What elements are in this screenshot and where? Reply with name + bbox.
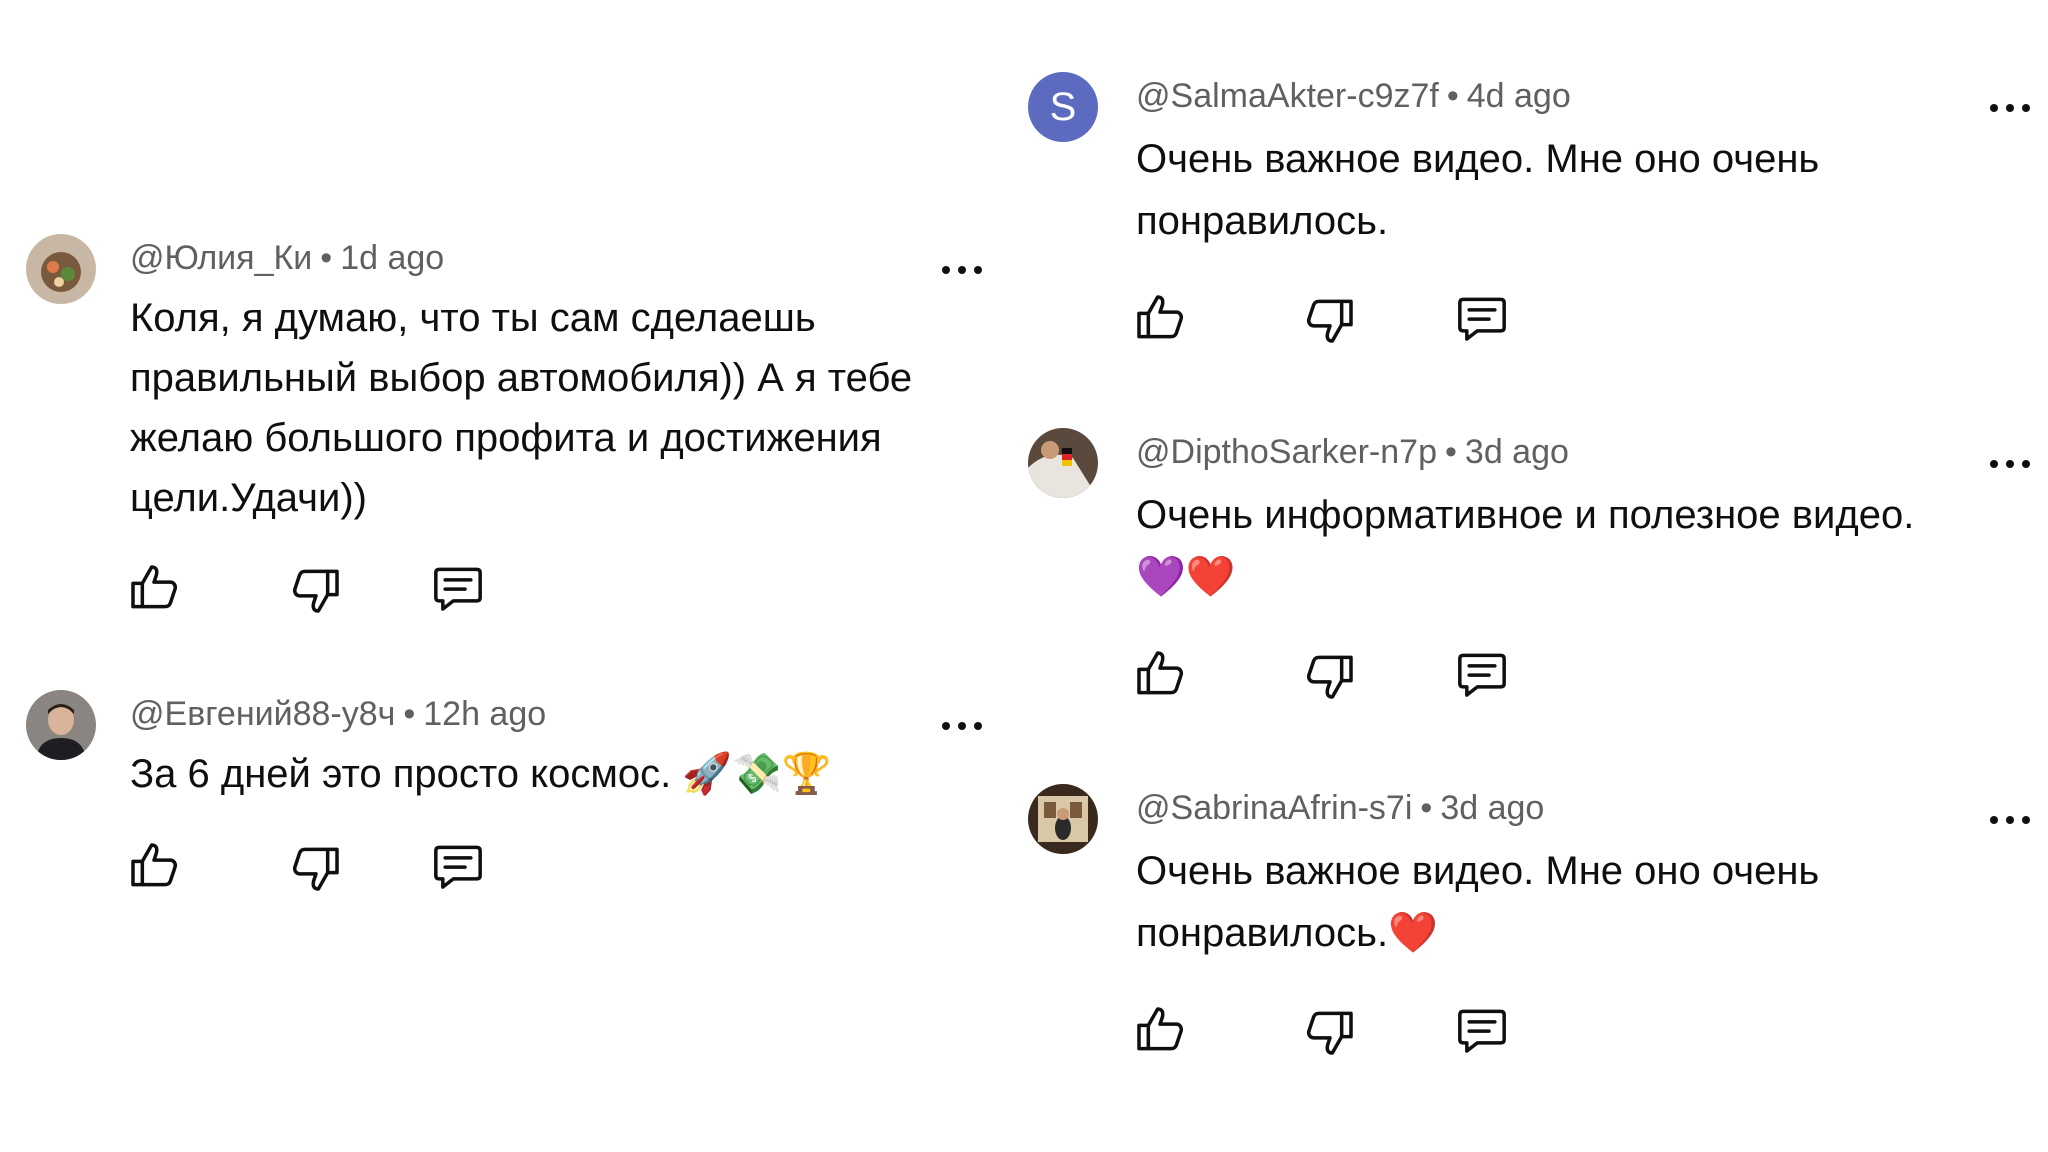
comment-line: 💜❤️ — [1136, 555, 1236, 599]
comment-line: желаю большого профита и достижения — [130, 416, 882, 460]
author-name[interactable]: @SalmaAkter-c9z7f — [1136, 77, 1439, 115]
separator-dot: • — [1446, 77, 1459, 115]
avatar[interactable] — [1028, 428, 1098, 498]
comment-line: Коля, я думаю, что ты сам сделаешь — [130, 296, 816, 340]
comment-text: Очень важное видео. Мне оно очень понрав… — [1136, 128, 1819, 252]
comment-meta: @SabrinaAfrin-s7i • 3d ago — [1136, 788, 1544, 828]
timestamp: 3d ago — [1440, 789, 1545, 827]
avatar[interactable] — [26, 690, 96, 760]
comment-text: За 6 дней это просто космос. 🚀💸🏆 — [130, 744, 832, 804]
timestamp: 4d ago — [1466, 77, 1571, 115]
comment-meta: @Евгений88-у8ч • 12h ago — [130, 694, 546, 734]
avatar[interactable]: S — [1028, 72, 1098, 142]
author-name[interactable]: @SabrinaAfrin-s7i — [1136, 789, 1412, 827]
thumb-up-icon[interactable] — [1132, 646, 1188, 702]
thumb-down-icon[interactable] — [1302, 292, 1358, 348]
separator-dot: • — [1420, 789, 1433, 827]
comment-text: Очень информативное и полезное видео. 💜❤… — [1136, 484, 1914, 608]
thumb-up-icon[interactable] — [1132, 290, 1188, 346]
comment-line: Очень важное видео. Мне оно очень — [1136, 137, 1820, 181]
comment-text: Коля, я думаю, что ты сам сделаешь прави… — [130, 288, 912, 528]
author-name[interactable]: @Юлия_Ки — [130, 239, 312, 277]
avatar[interactable] — [1028, 784, 1098, 854]
comment-meta: @DipthoSarker-n7p • 3d ago — [1136, 432, 1569, 472]
thumb-down-icon[interactable] — [288, 840, 344, 896]
author-name[interactable]: @Евгений88-у8ч — [130, 695, 395, 733]
thumb-down-icon[interactable] — [1302, 648, 1358, 704]
more-options-icon[interactable] — [942, 716, 982, 736]
timestamp: 12h ago — [423, 695, 547, 733]
comment-meta: @SalmaAkter-c9z7f • 4d ago — [1136, 76, 1571, 116]
thumb-up-icon[interactable] — [1132, 1002, 1188, 1058]
comment-line: понравилось. — [1136, 199, 1389, 243]
reply-icon[interactable] — [1454, 290, 1510, 346]
comment-line: понравилось.❤️ — [1136, 911, 1438, 955]
thumb-up-icon[interactable] — [126, 838, 182, 894]
separator-dot: • — [403, 695, 416, 733]
comment-line: цели.Удачи)) — [130, 476, 367, 520]
reply-icon[interactable] — [430, 560, 486, 616]
author-name[interactable]: @DipthoSarker-n7p — [1136, 433, 1437, 471]
comment-line: правильный выбор автомобиля)) А я тебе — [130, 356, 913, 400]
timestamp: 3d ago — [1464, 433, 1569, 471]
comment-line: За 6 дней это просто космос. 🚀💸🏆 — [130, 752, 832, 796]
reply-icon[interactable] — [1454, 646, 1510, 702]
separator-dot: • — [1445, 433, 1457, 471]
comment-meta: @Юлия_Ки • 1d ago — [130, 238, 444, 278]
comment-line: Очень информативное и полезное видео. — [1136, 493, 1915, 537]
separator-dot: • — [320, 239, 333, 277]
comment-text: Очень важное видео. Мне оно очень понрав… — [1136, 840, 1819, 964]
thumb-down-icon[interactable] — [288, 562, 344, 618]
timestamp: 1d ago — [340, 239, 445, 277]
more-options-icon[interactable] — [1990, 454, 2030, 474]
reply-icon[interactable] — [430, 838, 486, 894]
thumb-down-icon[interactable] — [1302, 1004, 1358, 1060]
more-options-icon[interactable] — [942, 260, 982, 280]
comment-line: Очень важное видео. Мне оно очень — [1136, 849, 1820, 893]
more-options-icon[interactable] — [1990, 98, 2030, 118]
more-options-icon[interactable] — [1990, 810, 2030, 830]
thumb-up-icon[interactable] — [126, 560, 182, 616]
avatar[interactable] — [26, 234, 96, 304]
reply-icon[interactable] — [1454, 1002, 1510, 1058]
